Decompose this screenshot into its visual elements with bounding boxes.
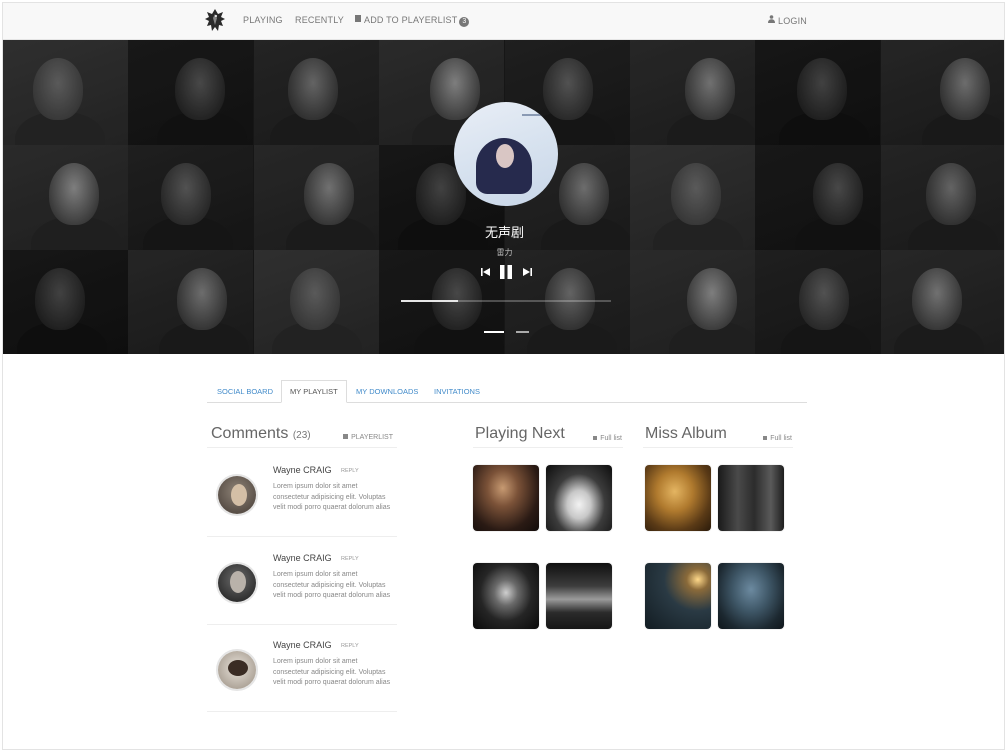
- comments-header: Comments (23) PLAYERLIST: [207, 422, 397, 448]
- tab-my-downloads[interactable]: MY DOWNLOADS: [348, 380, 426, 403]
- album-thumb-night-street[interactable]: [645, 563, 711, 629]
- album-thumb-tunnel[interactable]: [546, 563, 612, 629]
- album-thumb-window-arch[interactable]: [546, 465, 612, 531]
- avatar-face: [231, 484, 247, 506]
- comment-author: Wayne CRAIG: [273, 465, 332, 475]
- comment-text: Lorem ipsum dolor sit amet consectetur a…: [273, 483, 391, 511]
- playing-next-full-list-link[interactable]: Full list: [593, 435, 622, 442]
- carousel-indicator-2[interactable]: [516, 331, 529, 333]
- now-playing-album-art[interactable]: [454, 102, 558, 206]
- nav-login-label: LOGIN: [778, 16, 808, 26]
- song-artist: 雷力: [496, 248, 513, 257]
- reply-link[interactable]: REPLY: [341, 556, 359, 562]
- comment-item: Wayne CRAIG REPLY Lorem ipsum dolor sit …: [207, 449, 397, 537]
- avatar[interactable]: [216, 474, 258, 516]
- playlist-count-badge: 3: [459, 17, 470, 27]
- tab-social-board[interactable]: SOCIAL BOARD: [209, 380, 281, 403]
- album-thumb-couple[interactable]: [718, 563, 784, 629]
- previous-track-icon[interactable]: [481, 268, 490, 276]
- playback-progress-fill: [401, 300, 458, 302]
- miss-album-full-list-link[interactable]: Full list: [763, 435, 792, 442]
- album-cover-text-mark: [522, 114, 550, 116]
- comments-count: (23): [292, 430, 311, 441]
- next-track-icon[interactable]: [523, 268, 532, 276]
- top-navbar: PLAYING RECENTLY ADD TO PLAYERLIST 3 LOGI…: [3, 3, 1004, 40]
- app-frame: PLAYING RECENTLY ADD TO PLAYERLIST 3 LOGI…: [2, 2, 1005, 750]
- album-thumb-portrait-woman[interactable]: [473, 465, 539, 531]
- user-icon: [768, 15, 775, 23]
- comments-title: Comments (23): [211, 425, 311, 443]
- nav-add-label: ADD TO PLAYERLIST: [364, 15, 458, 25]
- avatar[interactable]: [216, 649, 258, 691]
- playlist-icon: [343, 434, 349, 439]
- content-tabs: SOCIAL BOARD MY PLAYLIST MY DOWNLOADS IN…: [207, 380, 807, 403]
- playerlist-link[interactable]: PLAYERLIST: [343, 434, 393, 441]
- miss-album-title: Miss Album: [645, 425, 727, 442]
- comment-text: Lorem ipsum dolor sit amet consectetur a…: [273, 571, 391, 599]
- album-thumb-doorway[interactable]: [718, 465, 784, 531]
- album-thumb-desert-storm[interactable]: [645, 465, 711, 531]
- comment-text: Lorem ipsum dolor sit amet consectetur a…: [273, 658, 391, 686]
- full-list-label: Full list: [600, 435, 622, 442]
- playing-next-title: Playing Next: [475, 425, 565, 442]
- player-controls: [479, 264, 539, 280]
- avatar-face: [230, 571, 246, 593]
- avatar[interactable]: [216, 562, 258, 604]
- nav-add-to-playerlist[interactable]: ADD TO PLAYERLIST 3: [355, 15, 470, 27]
- list-icon: [763, 436, 768, 440]
- song-title: 无声剧: [484, 226, 524, 241]
- album-thumb-corridor[interactable]: [473, 563, 539, 629]
- reply-link[interactable]: REPLY: [341, 468, 359, 474]
- playing-next-header: Playing Next Full list: [473, 422, 623, 448]
- hero-player: 无声剧 雷力: [3, 40, 1004, 354]
- nav-recently[interactable]: RECENTLY: [295, 15, 344, 25]
- eagle-logo-icon[interactable]: [204, 8, 226, 34]
- reply-link[interactable]: REPLY: [341, 643, 359, 649]
- playback-progress-bar[interactable]: [401, 300, 611, 302]
- full-list-label: Full list: [770, 435, 792, 442]
- nav-playing[interactable]: PLAYING: [243, 15, 283, 25]
- playerlist-link-label: PLAYERLIST: [351, 434, 393, 441]
- pause-icon[interactable]: [500, 265, 512, 279]
- miss-album-header: Miss Album Full list: [643, 422, 793, 448]
- comment-author: Wayne CRAIG: [273, 640, 332, 650]
- avatar-face: [228, 660, 248, 676]
- list-icon: [593, 436, 598, 440]
- tab-my-playlist[interactable]: MY PLAYLIST: [281, 380, 347, 403]
- tab-invitations[interactable]: INVITATIONS: [426, 380, 488, 403]
- nav-login[interactable]: LOGIN: [768, 15, 807, 26]
- comment-item: Wayne CRAIG REPLY Lorem ipsum dolor sit …: [207, 537, 397, 625]
- comment-author: Wayne CRAIG: [273, 553, 332, 563]
- album-cover-face: [496, 144, 514, 168]
- comments-title-text: Comments: [211, 425, 289, 442]
- playlist-icon: [355, 15, 361, 22]
- comment-item: Wayne CRAIG REPLY Lorem ipsum dolor sit …: [207, 624, 397, 712]
- carousel-indicator-1[interactable]: [484, 331, 504, 333]
